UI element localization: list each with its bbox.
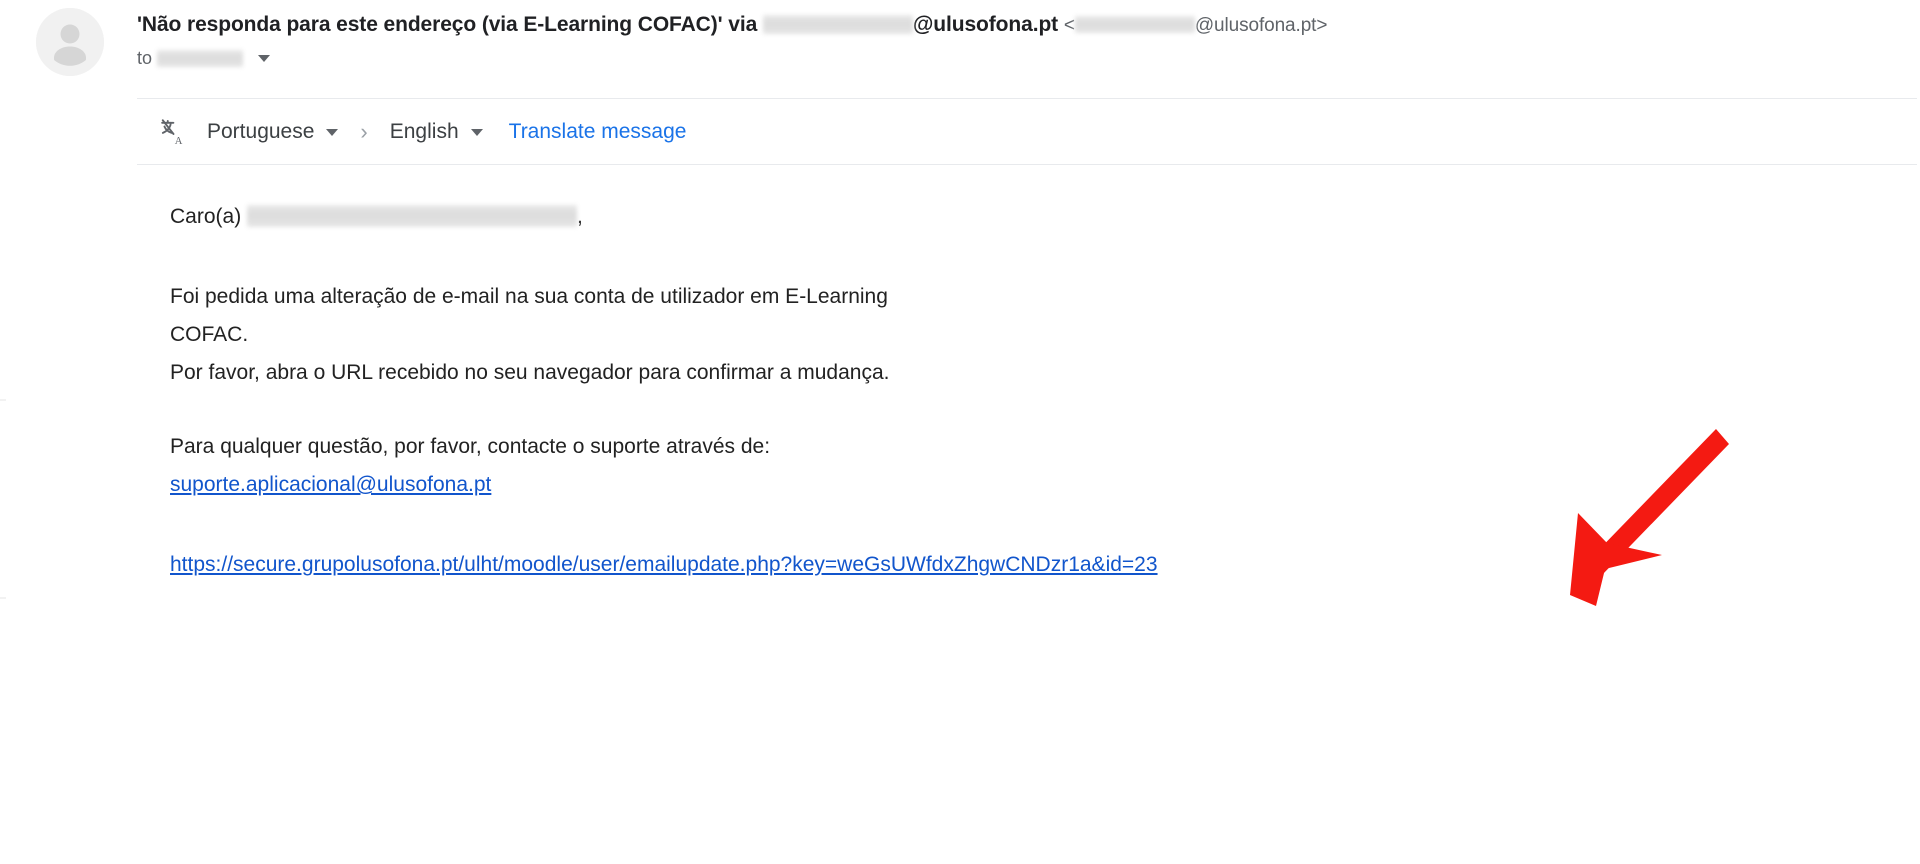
support-email-link[interactable]: suporte.aplicacional@ulusofona.pt (170, 473, 491, 496)
chevron-down-icon[interactable] (258, 54, 271, 62)
support-email-link-row: suporte.aplicacional@ulusofona.pt (170, 466, 1570, 504)
edge-artifact (0, 399, 6, 401)
greeting-suffix: , (577, 205, 583, 228)
translate-bar: A Portuguese › English Translate message (137, 98, 1917, 165)
source-language-selector[interactable]: Portuguese (207, 119, 339, 144)
email-message-view: 'Não responda para este endereço (via E-… (0, 0, 1920, 864)
header-text-block: 'Não responda para este endereço (via E-… (137, 0, 1907, 71)
target-language-selector[interactable]: English (390, 120, 483, 144)
paragraph-instruction: Por favor, abra o URL recebido no seu na… (170, 361, 890, 384)
greeting-prefix: Caro(a) (170, 205, 242, 228)
subject-text: 'Não responda para este endereço (via E-… (137, 13, 763, 36)
translate-message-link[interactable]: Translate message (509, 120, 687, 144)
greeting-line: Caro(a) , (170, 198, 1570, 236)
redacted-sender-local-part (762, 15, 913, 34)
translate-icon: A (159, 117, 189, 147)
recipient-line[interactable]: to (137, 45, 1907, 71)
chevron-down-icon[interactable] (470, 129, 483, 136)
redacted-sender-address (1074, 16, 1195, 33)
paragraph-request-line1: Foi pedida uma alteração de e-mail na su… (170, 285, 888, 308)
subject-and-sender-line: 'Não responda para este endereço (via E-… (137, 0, 1907, 41)
message-body: Caro(a) , Foi pedida uma alteração de e-… (170, 198, 1570, 584)
language-direction-arrow-icon: › (360, 118, 368, 144)
redacted-recipient-full-name (247, 205, 578, 227)
edge-artifact (0, 597, 6, 599)
paragraph-support: Para qualquer questão, por favor, contac… (170, 435, 771, 458)
angle-bracket-open: < (1063, 15, 1075, 36)
chevron-down-icon[interactable] (326, 129, 339, 136)
redacted-recipient-name (157, 50, 244, 67)
source-language-label: Portuguese (207, 119, 315, 143)
to-label: to (137, 48, 153, 68)
paragraph-request-line2: COFAC. (170, 323, 249, 346)
avatar (36, 8, 104, 76)
confirmation-url-row: https://secure.grupolusofona.pt/ulht/moo… (170, 546, 1570, 584)
svg-text:A: A (175, 136, 183, 147)
sender-domain: @ulusofona.pt (912, 13, 1059, 36)
email-header: 'Não responda para este endereço (via E-… (0, 0, 1920, 95)
target-language-label: English (389, 119, 459, 143)
confirmation-url-link[interactable]: https://secure.grupolusofona.pt/ulht/moo… (170, 553, 1158, 576)
sender-address-domain: @ulusofona.pt> (1194, 15, 1328, 36)
